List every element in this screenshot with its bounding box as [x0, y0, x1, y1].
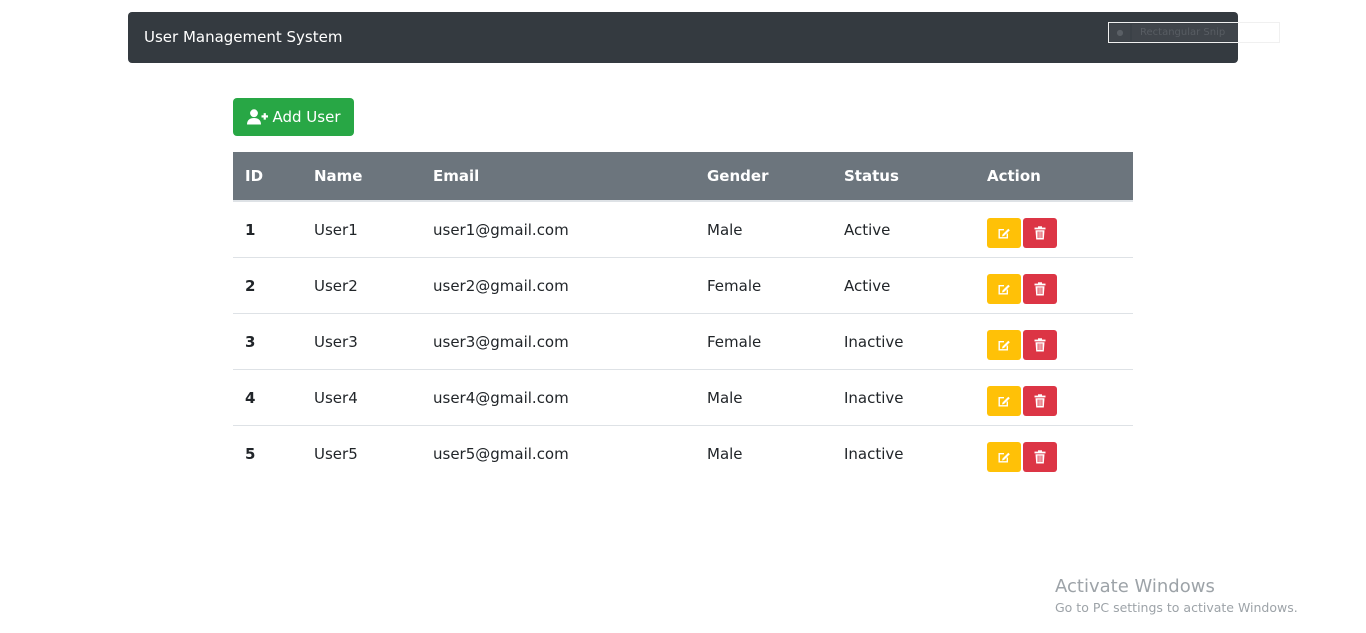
cell-id: 2	[233, 257, 302, 314]
navbar: User Management System	[128, 12, 1238, 63]
watermark-subtitle: Go to PC settings to activate Windows.	[1055, 600, 1298, 615]
cell-name: User2	[302, 257, 421, 314]
trash-icon	[1034, 337, 1046, 351]
cell-name: User3	[302, 313, 421, 370]
user-plus-icon	[246, 109, 268, 125]
delete-user-button[interactable]	[1023, 329, 1057, 360]
delete-user-button[interactable]	[1023, 441, 1057, 472]
header-gender: Gender	[695, 152, 832, 202]
edit-icon	[998, 396, 1010, 406]
table-row: 5 User5 user5@gmail.com Male Inactive	[233, 426, 1133, 482]
trash-icon	[1034, 393, 1046, 407]
users-table: ID Name Email Gender Status Action 1 User…	[233, 152, 1133, 481]
cell-action	[975, 201, 1133, 258]
edit-icon	[998, 284, 1010, 294]
cell-email: user3@gmail.com	[421, 313, 695, 370]
cell-name: User5	[314, 444, 358, 463]
cell-action	[975, 426, 1133, 482]
cell-id: 4	[233, 369, 302, 426]
cell-status: Active	[832, 257, 975, 314]
cell-action	[975, 257, 1133, 314]
edit-user-button[interactable]	[987, 385, 1021, 416]
cell-email: user5@gmail.com	[433, 444, 569, 463]
cell-id: 3	[233, 313, 302, 370]
cell-name: User1	[302, 201, 421, 258]
snip-mode-icon[interactable]: ●	[1110, 24, 1130, 41]
edit-icon	[998, 228, 1010, 238]
table-row: 2 User2 user2@gmail.com Female Active	[233, 257, 1133, 314]
header-id: ID	[233, 152, 302, 202]
add-user-label: Add User	[272, 108, 341, 126]
cell-gender: Female	[695, 257, 832, 314]
cell-gender: Male	[707, 444, 743, 463]
cell-gender: Female	[695, 313, 832, 370]
cell-status: Active	[832, 201, 975, 258]
edit-user-button[interactable]	[987, 273, 1021, 304]
cell-name: User4	[302, 369, 421, 426]
cell-status: Inactive	[844, 444, 904, 463]
edit-user-button[interactable]	[987, 441, 1021, 472]
edit-icon	[998, 340, 1010, 350]
navbar-brand[interactable]: User Management System	[144, 27, 342, 47]
watermark-title: Activate Windows	[1055, 576, 1215, 597]
table-row: 3 User3 user3@gmail.com Female Inactive	[233, 313, 1133, 370]
delete-user-button[interactable]	[1023, 217, 1057, 248]
edit-user-button[interactable]	[987, 329, 1021, 360]
cell-id: 1	[233, 201, 302, 258]
table-header-row: ID Name Email Gender Status Action	[233, 152, 1133, 202]
cell-action	[975, 313, 1133, 370]
cell-gender: Male	[695, 369, 832, 426]
cell-id: 5	[245, 444, 256, 463]
cell-status: Inactive	[832, 369, 975, 426]
table-row: 1 User1 user1@gmail.com Male Active	[233, 201, 1133, 258]
cell-email: user2@gmail.com	[421, 257, 695, 314]
snip-tool-overlay[interactable]: ● Rectangular Snip	[1108, 22, 1280, 43]
cell-email: user1@gmail.com	[421, 201, 695, 258]
delete-user-button[interactable]	[1023, 385, 1057, 416]
add-user-button[interactable]: Add User	[233, 98, 354, 136]
edit-icon	[998, 452, 1010, 462]
header-status: Status	[832, 152, 975, 202]
header-name: Name	[302, 152, 421, 202]
trash-icon	[1034, 225, 1046, 239]
delete-user-button[interactable]	[1023, 273, 1057, 304]
table-row: 4 User4 user4@gmail.com Male Inactive	[233, 369, 1133, 426]
trash-icon	[1034, 449, 1046, 463]
trash-icon	[1034, 281, 1046, 295]
snip-mode-label[interactable]: Rectangular Snip	[1132, 24, 1238, 41]
activate-windows-watermark: Activate Windows Go to PC settings to ac…	[1055, 576, 1298, 618]
cell-email: user4@gmail.com	[421, 369, 695, 426]
header-action: Action	[975, 152, 1133, 202]
cell-gender: Male	[695, 201, 832, 258]
header-email: Email	[421, 152, 695, 202]
cell-action	[975, 369, 1133, 426]
edit-user-button[interactable]	[987, 217, 1021, 248]
cell-status: Inactive	[832, 313, 975, 370]
